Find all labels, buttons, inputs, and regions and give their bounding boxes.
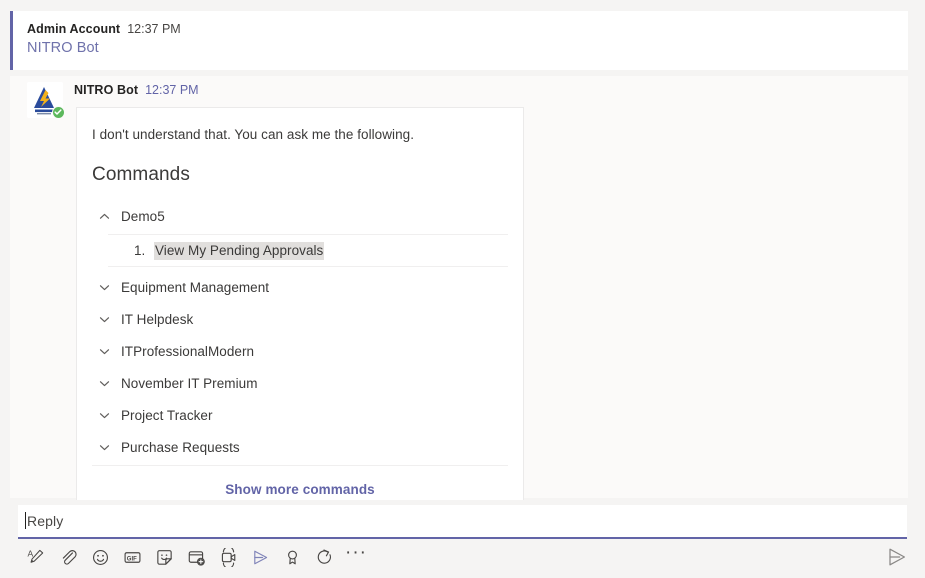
card-footer: Show more commands <box>92 465 508 500</box>
card-intro-text: I don't understand that. You can ask me … <box>92 127 414 142</box>
svg-text:GIF: GIF <box>126 556 136 562</box>
reply-placeholder: Reply <box>27 513 64 529</box>
loop-components-icon[interactable] <box>308 541 340 573</box>
emoji-icon[interactable] <box>84 541 116 573</box>
chevron-up-icon <box>93 205 115 227</box>
expanded-command-list: 1. View My Pending Approvals <box>108 234 508 267</box>
command-group-label: Equipment Management <box>121 279 270 295</box>
command-group-label: Demo5 <box>121 208 165 224</box>
attach-file-icon[interactable] <box>52 541 84 573</box>
parent-message-meta: Admin Account 12:37 PM <box>27 20 181 38</box>
compose-area: Reply A GIF ··· <box>0 500 925 578</box>
command-group-demo5[interactable]: Demo5 <box>92 200 508 232</box>
command-group-equipment-management[interactable]: Equipment Management <box>92 271 508 303</box>
show-more-commands-link[interactable]: Show more commands <box>225 482 375 497</box>
more-options-icon[interactable]: ··· <box>340 537 372 578</box>
praise-icon[interactable] <box>276 541 308 573</box>
parent-timestamp: 12:37 PM <box>127 22 181 36</box>
parent-message-header: Admin Account 12:37 PM NITRO Bot <box>10 11 908 70</box>
gif-icon[interactable]: GIF <box>116 541 148 573</box>
bot-message-meta: NITRO Bot 12:37 PM <box>74 81 199 99</box>
verified-check-icon <box>52 106 65 119</box>
svg-text:A: A <box>27 548 33 558</box>
chevron-down-icon <box>93 404 115 426</box>
chevron-down-icon <box>93 436 115 458</box>
command-group-label: IT Helpdesk <box>121 311 194 327</box>
command-group-itprofessionalmodern[interactable]: ITProfessionalModern <box>92 335 508 367</box>
send-icon[interactable] <box>881 541 913 573</box>
bot-display-name: NITRO Bot <box>74 83 139 97</box>
parent-author-name: Admin Account <box>27 22 121 36</box>
text-caret <box>25 512 26 529</box>
stream-icon[interactable] <box>244 541 276 573</box>
command-group-purchase-requests[interactable]: Purchase Requests <box>92 431 508 463</box>
schedule-meeting-icon[interactable] <box>180 541 212 573</box>
chevron-down-icon <box>93 308 115 330</box>
command-group-it-helpdesk[interactable]: IT Helpdesk <box>92 303 508 335</box>
command-group-project-tracker[interactable]: Project Tracker <box>92 399 508 431</box>
chevron-down-icon <box>93 276 115 298</box>
video-clip-icon[interactable] <box>212 541 244 573</box>
avatar <box>27 82 65 119</box>
reply-input[interactable]: Reply <box>18 505 907 539</box>
chevron-down-icon <box>93 372 115 394</box>
chevron-down-icon <box>93 340 115 362</box>
sticker-icon[interactable] <box>148 541 180 573</box>
command-view-my-pending-approvals[interactable]: View My Pending Approvals <box>154 241 325 260</box>
bot-timestamp: 12:37 PM <box>145 83 199 97</box>
bot-message-row: NITRO Bot 12:37 PM I don't understand tha… <box>10 76 908 500</box>
command-group-label: Project Tracker <box>121 407 213 423</box>
format-text-icon[interactable]: A <box>20 541 52 573</box>
card-heading: Commands <box>92 164 190 185</box>
command-group-label: ITProfessionalModern <box>121 343 255 359</box>
bot-mention-link[interactable]: NITRO Bot <box>27 40 99 56</box>
command-group-list: Demo5 1. View My Pending Approvals Equip… <box>92 200 508 463</box>
chat-thread: Admin Account 12:37 PM NITRO Bot NITRO B… <box>0 0 925 500</box>
compose-toolbar: A GIF ··· <box>20 541 372 573</box>
command-item-number: 1. <box>134 243 146 258</box>
command-list-item[interactable]: 1. View My Pending Approvals <box>108 235 508 266</box>
command-group-november-it-premium[interactable]: November IT Premium <box>92 367 508 399</box>
commands-card: I don't understand that. You can ask me … <box>76 107 524 500</box>
command-group-label: November IT Premium <box>121 375 258 391</box>
command-group-label: Purchase Requests <box>121 439 240 455</box>
